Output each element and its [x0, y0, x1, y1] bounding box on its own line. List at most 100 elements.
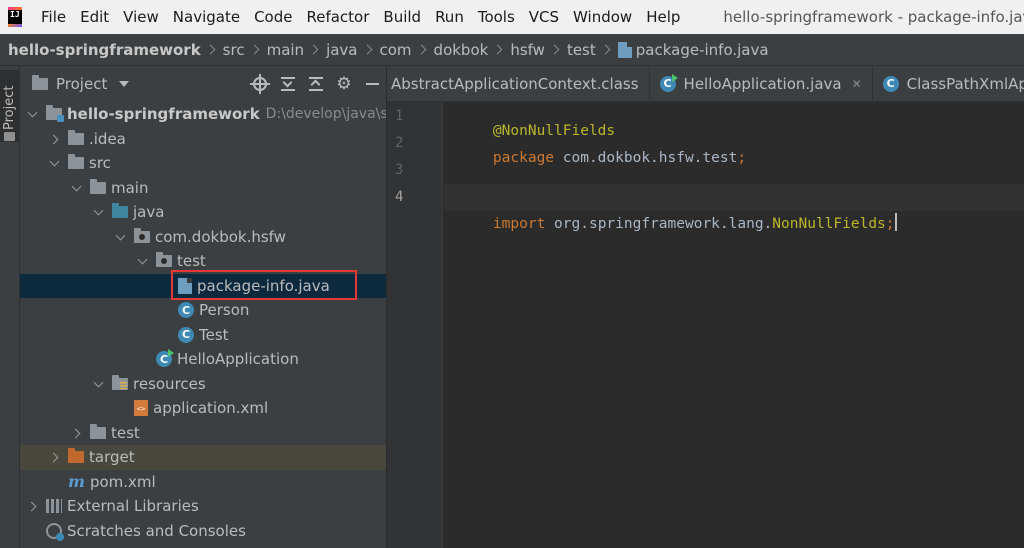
window-title: hello-springframework - package-info.jav…: [723, 8, 1024, 26]
breadcrumb-item[interactable]: main: [267, 41, 304, 59]
tree-item-test-folder[interactable]: test: [20, 421, 386, 446]
menu-vcs[interactable]: VCS: [522, 0, 566, 34]
tree-item-main[interactable]: main: [20, 176, 386, 201]
tree-item-label: test: [177, 252, 206, 271]
editor-tabs: AbstractApplicationContext.class C Hello…: [387, 66, 1024, 102]
tree-item-pom[interactable]: m pom.xml: [20, 470, 386, 495]
tree-item-target[interactable]: target: [20, 445, 386, 470]
menu-view[interactable]: View: [116, 0, 166, 34]
tree-item-person[interactable]: C Person: [20, 298, 386, 323]
chevron-right-icon: [549, 44, 560, 55]
tree-item-label: src: [89, 154, 111, 173]
tree-item-resources[interactable]: resources: [20, 372, 386, 397]
chevron-right-icon[interactable]: [28, 501, 38, 511]
tab-label: AbstractApplicationContext.class: [391, 74, 639, 93]
tree-item-label: package-info.java: [197, 276, 330, 295]
chevron-down-icon[interactable]: [138, 256, 148, 266]
breadcrumb-item-current[interactable]: package-info.java: [617, 40, 769, 59]
menu-help[interactable]: Help: [639, 0, 687, 34]
target-icon: [250, 74, 270, 94]
menu-edit[interactable]: Edit: [73, 0, 116, 34]
folder-icon: [68, 154, 84, 170]
chevron-down-icon[interactable]: [50, 158, 60, 168]
chevron-down-icon[interactable]: [94, 379, 104, 389]
hide-panel-button[interactable]: [358, 66, 386, 102]
menu-run[interactable]: Run: [428, 0, 471, 34]
tree-item-test-class[interactable]: C Test: [20, 323, 386, 348]
line-number: 3: [395, 162, 404, 178]
close-icon[interactable]: ✕: [852, 77, 862, 91]
module-folder-icon: [46, 105, 64, 123]
project-path: D:\develop\java\stu: [265, 106, 386, 123]
chevron-right-icon[interactable]: [72, 428, 82, 438]
project-panel: Project ⚙ hello-springframework D:\devel…: [20, 66, 387, 548]
tree-item-label: Test: [199, 325, 229, 344]
line-number-gutter: 1 2 3 4: [387, 102, 443, 548]
tree-item-java[interactable]: java: [20, 200, 386, 225]
tab-abstract-application-context[interactable]: AbstractApplicationContext.class: [387, 66, 650, 101]
chevron-right-icon[interactable]: [50, 134, 60, 144]
tree-item-idea[interactable]: .idea: [20, 127, 386, 152]
tree-item-label: Person: [199, 301, 250, 320]
chevron-right-icon: [600, 44, 611, 55]
tree-item-project-root[interactable]: hello-springframework D:\develop\java\st…: [20, 102, 386, 127]
select-opened-file-button[interactable]: [246, 66, 274, 102]
tree-item-application-xml[interactable]: <> application.xml: [20, 396, 386, 421]
breadcrumb-item[interactable]: dokbok: [434, 41, 489, 59]
chevron-down-icon[interactable]: [28, 109, 38, 119]
expand-all-button[interactable]: [274, 66, 302, 102]
breadcrumb-item[interactable]: hello-springframework: [8, 41, 201, 59]
chevron-down-icon[interactable]: [116, 232, 126, 242]
collapse-all-button[interactable]: [302, 66, 330, 102]
tab-label: HelloApplication.java: [683, 74, 842, 93]
import-path-token: org.springframework.lang.: [545, 216, 773, 232]
project-tool-window-tab[interactable]: Project: [0, 70, 19, 142]
class-icon: C: [882, 75, 899, 92]
tree-item-hello-application[interactable]: C HelloApplication: [20, 347, 386, 372]
menu-refactor[interactable]: Refactor: [299, 0, 376, 34]
breadcrumb-item-label: package-info.java: [635, 40, 769, 59]
tree-item-label: HelloApplication: [177, 350, 299, 369]
project-tab-label: Project: [2, 85, 17, 130]
chevron-down-icon[interactable]: [72, 183, 82, 193]
chevron-down-icon[interactable]: [119, 81, 130, 87]
tree-item-external-libraries[interactable]: External Libraries: [20, 494, 386, 519]
tree-item-package[interactable]: com.dokbok.hsfw: [20, 225, 386, 250]
chevron-right-icon: [362, 44, 372, 55]
menu-file[interactable]: File: [34, 0, 73, 34]
tree-item-label: pom.xml: [89, 472, 156, 491]
breadcrumb-item[interactable]: test: [567, 41, 596, 59]
breadcrumb-item[interactable]: hsfw: [510, 41, 545, 59]
tree-item-test-package[interactable]: test: [20, 249, 386, 274]
tab-classpath-xml-app[interactable]: C ClassPathXmlApp: [873, 66, 1024, 101]
breadcrumb-item[interactable]: src: [223, 41, 245, 59]
menu-tools[interactable]: Tools: [471, 0, 522, 34]
collapse-all-icon: [309, 77, 323, 91]
folder-icon: [90, 178, 106, 194]
code-editor[interactable]: @NonNullFields package com.dokbok.hsfw.t…: [444, 102, 1024, 548]
project-view-selector[interactable]: Project: [56, 75, 107, 93]
chevron-right-icon: [205, 44, 216, 55]
tree-item-package-info[interactable]: package-info.java: [20, 273, 386, 298]
tree-item-label: application.xml: [153, 399, 269, 418]
tree-item-label: test: [111, 423, 140, 442]
tree-item-scratches[interactable]: Scratches and Consoles: [20, 519, 386, 544]
breadcrumb-item[interactable]: com: [380, 41, 412, 59]
menu-window[interactable]: Window: [566, 0, 639, 34]
menu-build[interactable]: Build: [376, 0, 428, 34]
keyword-token: package: [492, 150, 555, 166]
chevron-right-icon[interactable]: [50, 452, 60, 462]
breadcrumb: hello-springframework src main java com …: [0, 34, 1024, 66]
menu-code[interactable]: Code: [247, 0, 299, 34]
breadcrumb-item[interactable]: java: [326, 41, 357, 59]
tree-item-label: java: [133, 203, 165, 222]
menu-navigate[interactable]: Navigate: [166, 0, 247, 34]
chevron-down-icon[interactable]: [94, 207, 104, 217]
options-button[interactable]: ⚙: [330, 66, 358, 102]
semicolon-token: ;: [885, 216, 895, 232]
line-number-current: 4: [395, 189, 404, 205]
intellij-logo-icon: IJ: [8, 7, 22, 27]
tree-item-src[interactable]: src: [20, 151, 386, 176]
resources-folder-icon: [112, 374, 128, 390]
tab-hello-application[interactable]: C HelloApplication.java ✕: [650, 66, 873, 101]
